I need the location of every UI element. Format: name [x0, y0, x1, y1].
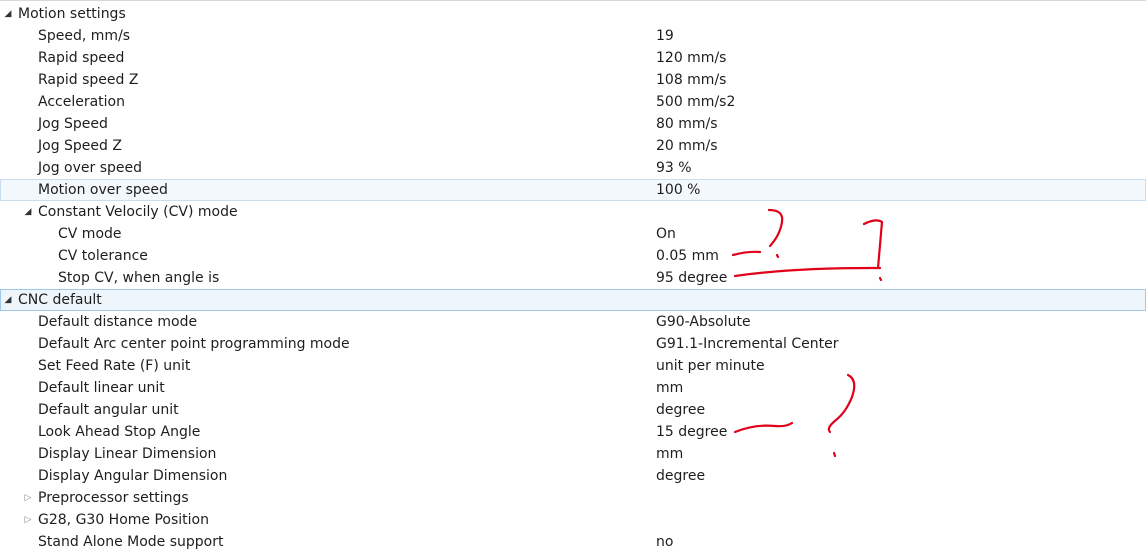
property-value[interactable]: 100 % [656, 179, 700, 201]
property-name: G28, G30 Home Position [38, 512, 209, 528]
property-value[interactable]: 20 mm/s [656, 135, 718, 157]
property-value[interactable]: degree [656, 399, 705, 421]
property-name: Jog over speed [38, 160, 142, 176]
property-value[interactable]: unit per minute [656, 355, 765, 377]
property-value[interactable]: 93 % [656, 157, 692, 179]
category-row-cnc-default[interactable]: ◢ CNC default [0, 289, 1146, 311]
property-row-motion-over-speed[interactable]: Motion over speed 100 % [0, 179, 1146, 201]
property-row-set-feed-rate-f-unit[interactable]: Set Feed Rate (F) unit unit per minute [0, 355, 1146, 377]
property-value[interactable]: 108 mm/s [656, 69, 726, 91]
property-row-rapid-speed-z[interactable]: Rapid speed Z 108 mm/s [0, 69, 1146, 91]
property-row-display-linear-dimension[interactable]: Display Linear Dimension mm [0, 443, 1146, 465]
property-name: Stand Alone Mode support [38, 534, 224, 550]
property-row-look-ahead-stop-angle[interactable]: Look Ahead Stop Angle 15 degree [0, 421, 1146, 443]
triangle-expanded-icon[interactable]: ◢ [2, 3, 14, 25]
category-row-motion-settings[interactable]: ◢ Motion settings [0, 3, 1146, 25]
property-value[interactable]: 500 mm/s2 [656, 91, 735, 113]
property-value[interactable]: mm [656, 443, 683, 465]
triangle-collapsed-icon[interactable]: ▷ [22, 487, 34, 509]
property-value[interactable]: G91.1-Incremental Center [656, 333, 839, 355]
property-value[interactable]: 80 mm/s [656, 113, 718, 135]
property-value[interactable]: no [656, 531, 673, 553]
property-name: Motion over speed [38, 182, 168, 198]
property-value[interactable]: mm [656, 377, 683, 399]
property-value[interactable]: degree [656, 465, 705, 487]
property-value[interactable]: 95 degree [656, 267, 727, 289]
property-row-default-angular-unit[interactable]: Default angular unit degree [0, 399, 1146, 421]
property-value[interactable]: G90-Absolute [656, 311, 751, 333]
property-row-display-angular-dimension[interactable]: Display Angular Dimension degree [0, 465, 1146, 487]
property-name: Speed, mm/s [38, 28, 131, 44]
property-name: Set Feed Rate (F) unit [38, 358, 191, 374]
category-row-constant-velocily-cv-mode[interactable]: ◢ Constant Velocily (CV) mode [0, 201, 1146, 223]
property-name: Preprocessor settings [38, 490, 189, 506]
triangle-expanded-icon[interactable]: ◢ [22, 201, 34, 223]
property-value[interactable]: On [656, 223, 676, 245]
property-name: CV tolerance [58, 248, 148, 264]
property-row-jog-speed[interactable]: Jog Speed 80 mm/s [0, 113, 1146, 135]
property-row-cv-mode[interactable]: CV mode On [0, 223, 1146, 245]
triangle-collapsed-icon[interactable]: ▷ [22, 509, 34, 531]
property-row-default-distance-mode[interactable]: Default distance mode G90-Absolute [0, 311, 1146, 333]
property-name: Acceleration [38, 94, 125, 110]
property-value[interactable]: 15 degree [656, 421, 727, 443]
property-name: CV mode [58, 226, 122, 242]
triangle-expanded-icon[interactable]: ◢ [2, 289, 14, 311]
property-row-speed-mm-s[interactable]: Speed, mm/s 19 [0, 25, 1146, 47]
property-value[interactable]: 0.05 mm [656, 245, 719, 267]
property-row-jog-speed-z[interactable]: Jog Speed Z 20 mm/s [0, 135, 1146, 157]
property-name: Display Linear Dimension [38, 446, 217, 462]
top-divider [0, 0, 1146, 1]
property-row-stand-alone-mode-support[interactable]: Stand Alone Mode support no [0, 531, 1146, 553]
property-row-acceleration[interactable]: Acceleration 500 mm/s2 [0, 91, 1146, 113]
property-row-rapid-speed[interactable]: Rapid speed 120 mm/s [0, 47, 1146, 69]
property-row-cv-tolerance[interactable]: CV tolerance 0.05 mm [0, 245, 1146, 267]
property-name: Rapid speed Z [38, 72, 139, 88]
property-name: Jog Speed Z [38, 138, 122, 154]
property-name: Stop CV, when angle is [58, 270, 220, 286]
category-row-preprocessor-settings[interactable]: ▷ Preprocessor settings [0, 487, 1146, 509]
property-name: CNC default [18, 292, 102, 308]
property-name: Default angular unit [38, 402, 179, 418]
property-name: Default linear unit [38, 380, 165, 396]
property-row-default-arc-center-point-programming-mode[interactable]: Default Arc center point programming mod… [0, 333, 1146, 355]
property-name: Motion settings [18, 6, 126, 22]
property-grid: ◢ Motion settings Speed, mm/s 19 Rapid speed… [0, 3, 1146, 553]
property-name: Jog Speed [38, 116, 108, 132]
property-name: Default Arc center point programming mod… [38, 336, 350, 352]
property-name: Constant Velocily (CV) mode [38, 204, 238, 220]
property-name: Look Ahead Stop Angle [38, 424, 201, 440]
property-row-jog-over-speed[interactable]: Jog over speed 93 % [0, 157, 1146, 179]
property-value[interactable]: 19 [656, 25, 674, 47]
category-row-g28-g30-home-position[interactable]: ▷ G28, G30 Home Position [0, 509, 1146, 531]
property-name: Default distance mode [38, 314, 198, 330]
property-name: Display Angular Dimension [38, 468, 228, 484]
property-row-default-linear-unit[interactable]: Default linear unit mm [0, 377, 1146, 399]
property-row-stop-cv-when-angle-is[interactable]: Stop CV, when angle is 95 degree [0, 267, 1146, 289]
property-value[interactable]: 120 mm/s [656, 47, 726, 69]
property-name: Rapid speed [38, 50, 125, 66]
